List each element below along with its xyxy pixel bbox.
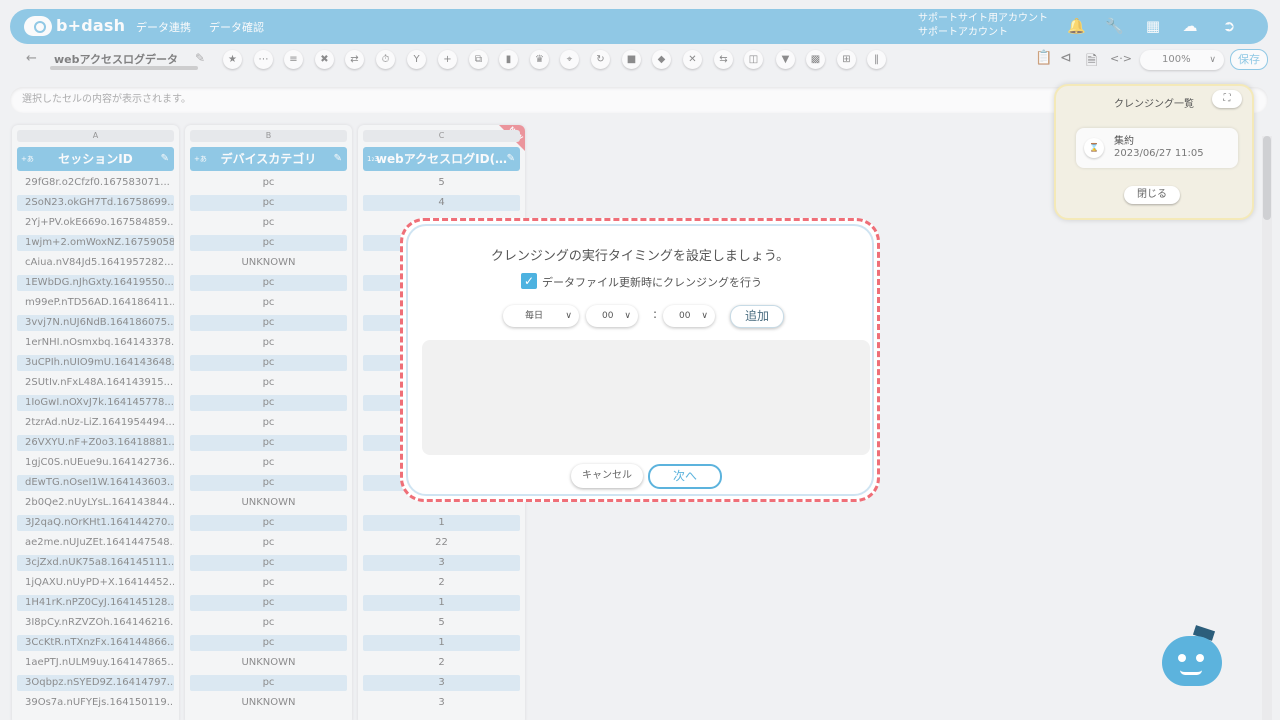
update-trigger-checkbox[interactable]: ✓ [521, 273, 537, 289]
frequency-value: 毎日 [525, 311, 544, 321]
aggregate-icon: ⌛ [1084, 138, 1104, 158]
chevron-down-icon: ∨ [624, 311, 631, 321]
mascot-body [1162, 636, 1222, 686]
chevron-down-icon: ∨ [565, 311, 572, 321]
fullscreen-icon[interactable]: ⛶ [1212, 90, 1242, 108]
frequency-select[interactable]: 毎日 ∨ [503, 305, 579, 327]
cleansing-card[interactable]: ⌛ 集約 2023/06/27 11:05 [1076, 128, 1238, 168]
hour-select[interactable]: 00 ∨ [586, 305, 638, 327]
cleansing-name: 集約 [1114, 136, 1134, 147]
schedule-list [422, 340, 870, 455]
time-colon: : [653, 307, 658, 321]
mascot-eye [1178, 654, 1186, 662]
cancel-button[interactable]: キャンセル [571, 464, 643, 488]
modal-title: クレンジングの実行タイミングを設定しましょう。 [490, 249, 790, 264]
minute-select[interactable]: 00 ∨ [663, 305, 715, 327]
cleansing-list-panel: クレンジング一覧 ⛶ ⌛ 集約 2023/06/27 11:05 閉じる [1054, 84, 1254, 220]
mascot-helper-icon[interactable] [1160, 625, 1226, 690]
mascot-eye [1196, 654, 1204, 662]
chevron-down-icon: ∨ [701, 311, 708, 321]
mascot-mustache [1180, 670, 1202, 675]
minute-value: 00 [679, 311, 691, 321]
panel-title: クレンジング一覧 [1114, 99, 1194, 110]
modal-inner: クレンジングの実行タイミングを設定しましょう。 ✓ データファイル更新時にクレン… [406, 224, 874, 496]
schedule-modal: クレンジングの実行タイミングを設定しましょう。 ✓ データファイル更新時にクレン… [400, 218, 880, 502]
add-schedule-button[interactable]: 追加 [730, 305, 784, 328]
close-button[interactable]: 閉じる [1124, 186, 1180, 204]
next-button[interactable]: 次へ [648, 464, 722, 489]
hour-value: 00 [602, 311, 614, 321]
cleansing-date: 2023/06/27 11:05 [1114, 148, 1204, 159]
update-trigger-label[interactable]: データファイル更新時にクレンジングを行う [542, 274, 762, 290]
